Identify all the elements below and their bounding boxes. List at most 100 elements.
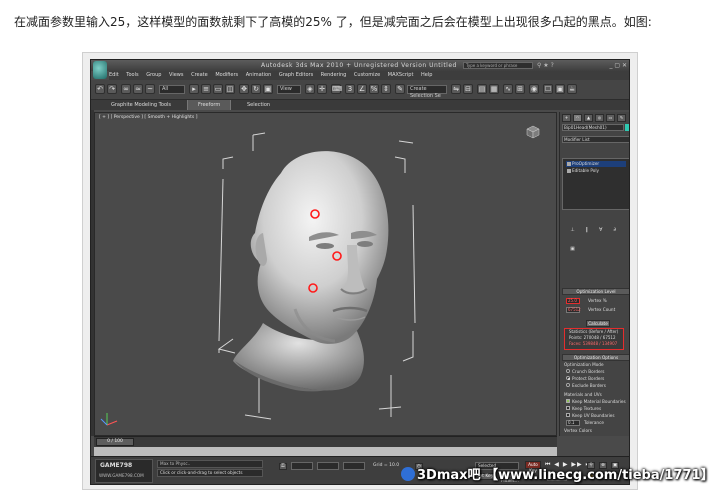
rendered-frame-window-icon[interactable]: ▣	[555, 84, 565, 94]
protect-borders-radio[interactable]	[566, 376, 570, 380]
link-icon[interactable]: ∞	[121, 84, 131, 94]
hierarchy-tab-icon[interactable]: ▲	[584, 114, 593, 122]
head-model[interactable]	[95, 113, 557, 436]
angle-snap-icon[interactable]: ∠	[357, 84, 367, 94]
maxscript-listener[interactable]: Max to Physc..	[157, 460, 263, 468]
material-editor-icon[interactable]: ◉	[529, 84, 539, 94]
menu-tools[interactable]: Tools	[126, 72, 138, 78]
perspective-viewport[interactable]: [ + ] [ Perspective ] [ Smooth + Highlig…	[94, 112, 557, 436]
light-bulb-icon[interactable]	[567, 169, 571, 173]
unlink-icon[interactable]: ≈	[133, 84, 143, 94]
time-slider-bar[interactable]: 0 / 100	[94, 436, 557, 447]
optimization-options-rollout[interactable]: Optimization Options	[562, 354, 629, 361]
render-setup-icon[interactable]: ☐	[543, 84, 553, 94]
spinner-snap-icon[interactable]: ⇕	[381, 84, 391, 94]
optimization-level-rollout[interactable]: Optimization Level	[562, 288, 629, 295]
make-unique-icon[interactable]: ∀	[596, 227, 605, 233]
bind-space-warp-icon[interactable]: ~	[145, 84, 155, 94]
y-coordinate-field[interactable]	[317, 462, 339, 470]
graphite-ribbon: Graphite Modeling Tools Freeform Selecti…	[91, 100, 629, 110]
z-coordinate-field[interactable]	[343, 462, 365, 470]
track-bar[interactable]	[94, 447, 557, 456]
move-icon[interactable]: ✥	[239, 84, 249, 94]
menu-edit[interactable]: Edit	[109, 72, 119, 78]
render-production-icon[interactable]: ☕	[567, 84, 577, 94]
remove-modifier-icon[interactable]: ∂	[610, 227, 619, 233]
infocenter-icons[interactable]: ⚲ ★ ?	[537, 60, 554, 71]
calculate-button[interactable]: Calculate	[586, 320, 610, 327]
snap-3d-icon[interactable]: 3	[345, 84, 355, 94]
app-window: Autodesk 3ds Max 2010 + Unregistered Ver…	[90, 59, 630, 485]
time-slider[interactable]: 0 / 100	[96, 438, 134, 446]
modify-tab-icon[interactable]: ◠	[573, 114, 582, 122]
keep-material-boundaries-checkbox[interactable]	[566, 399, 570, 403]
layer-manager-icon[interactable]: ▤	[477, 84, 487, 94]
schematic-view-icon[interactable]: ⊞	[515, 84, 525, 94]
percent-snap-icon[interactable]: %	[369, 84, 379, 94]
application-button-icon[interactable]	[93, 61, 107, 79]
tieba-logo-icon	[401, 467, 415, 481]
select-object-icon[interactable]: ▸	[189, 84, 199, 94]
motion-tab-icon[interactable]: ◎	[595, 114, 604, 122]
modifier-list-dropdown[interactable]: Modifier List	[562, 136, 629, 143]
menu-rendering[interactable]: Rendering	[321, 72, 347, 78]
search-input[interactable]: Type a keyword or phrase	[463, 62, 533, 69]
rotate-icon[interactable]: ↻	[251, 84, 261, 94]
configure-sets-icon[interactable]: ▣	[568, 246, 577, 252]
window-controls[interactable]: _ ▢ ✕	[609, 60, 627, 71]
menu-modifiers[interactable]: Modifiers	[215, 72, 238, 78]
rectangle-selection-icon[interactable]: ▭	[213, 84, 223, 94]
keep-textures-checkbox[interactable]	[566, 406, 570, 410]
uv-tolerance-spinner[interactable]: 0.1	[566, 420, 580, 426]
manipulate-icon[interactable]: ✛	[317, 84, 327, 94]
named-selection-sets-dropdown[interactable]: Create Selection Se	[407, 85, 447, 99]
logo-text: GAME798	[100, 462, 133, 469]
menu-group[interactable]: Group	[146, 72, 161, 78]
pin-stack-icon[interactable]: ⊥	[568, 227, 577, 233]
screenshot-frame: Autodesk 3ds Max 2010 + Unregistered Ver…	[82, 52, 638, 490]
keep-uv-boundaries-checkbox[interactable]	[566, 413, 570, 417]
window-crossing-icon[interactable]: ◫	[225, 84, 235, 94]
faces-stat: Faces: 539848 / 134907	[569, 341, 618, 346]
select-by-name-icon[interactable]: ≡	[201, 84, 211, 94]
undo-icon[interactable]: ↶	[95, 84, 105, 94]
modifier-stack: ProOptimizer Editable Poly	[562, 158, 629, 210]
stack-item-label: ProOptimizer	[572, 161, 600, 166]
redo-icon[interactable]: ↷	[107, 84, 117, 94]
edit-named-selection-icon[interactable]: ✎	[395, 84, 405, 94]
show-end-result-icon[interactable]: ‖	[582, 227, 591, 233]
reference-coordinate-dropdown[interactable]: View	[277, 85, 301, 94]
create-tab-icon[interactable]: +	[562, 114, 571, 122]
stack-item-prooptimizer[interactable]: ProOptimizer	[566, 161, 626, 167]
vertex-percent-spinner[interactable]: 25.0	[566, 298, 580, 304]
keyboard-shortcut-icon[interactable]: ⌨	[331, 84, 342, 94]
menu-maxscript[interactable]: MAXScript	[388, 72, 414, 78]
tab-graphite-modeling-tools[interactable]: Graphite Modeling Tools	[111, 100, 171, 110]
menu-animation[interactable]: Animation	[246, 72, 272, 78]
align-icon[interactable]: ⊟	[463, 84, 473, 94]
selection-filter-dropdown[interactable]: All	[159, 85, 185, 94]
pivot-center-icon[interactable]: ◈	[305, 84, 315, 94]
tab-freeform[interactable]: Freeform	[187, 100, 232, 110]
vertex-count-spinner[interactable]: 67512	[566, 307, 581, 313]
light-bulb-icon[interactable]	[567, 162, 571, 166]
tab-selection[interactable]: Selection	[247, 100, 270, 110]
menu-graph-editors[interactable]: Graph Editors	[279, 72, 313, 78]
exclude-borders-radio[interactable]	[566, 383, 570, 387]
menu-create[interactable]: Create	[191, 72, 208, 78]
x-coordinate-field[interactable]	[291, 462, 313, 470]
menu-help[interactable]: Help	[421, 72, 432, 78]
mirror-icon[interactable]: ⇋	[451, 84, 461, 94]
utilities-tab-icon[interactable]: ✎	[617, 114, 626, 122]
menu-views[interactable]: Views	[169, 72, 183, 78]
scale-icon[interactable]: ▣	[263, 84, 273, 94]
object-name-field[interactable]: Bip01Head(Mesh01)	[562, 124, 624, 131]
curve-editor-icon[interactable]: ∿	[503, 84, 513, 94]
menu-customize[interactable]: Customize	[354, 72, 380, 78]
display-tab-icon[interactable]: ▭	[606, 114, 615, 122]
object-color-swatch[interactable]	[625, 124, 629, 131]
lock-selection-icon[interactable]: ⚿	[279, 463, 287, 470]
crunch-borders-radio[interactable]	[566, 369, 570, 373]
graphite-toggle-icon[interactable]: ▦	[489, 84, 499, 94]
stack-item-editable-poly[interactable]: Editable Poly	[566, 168, 626, 174]
